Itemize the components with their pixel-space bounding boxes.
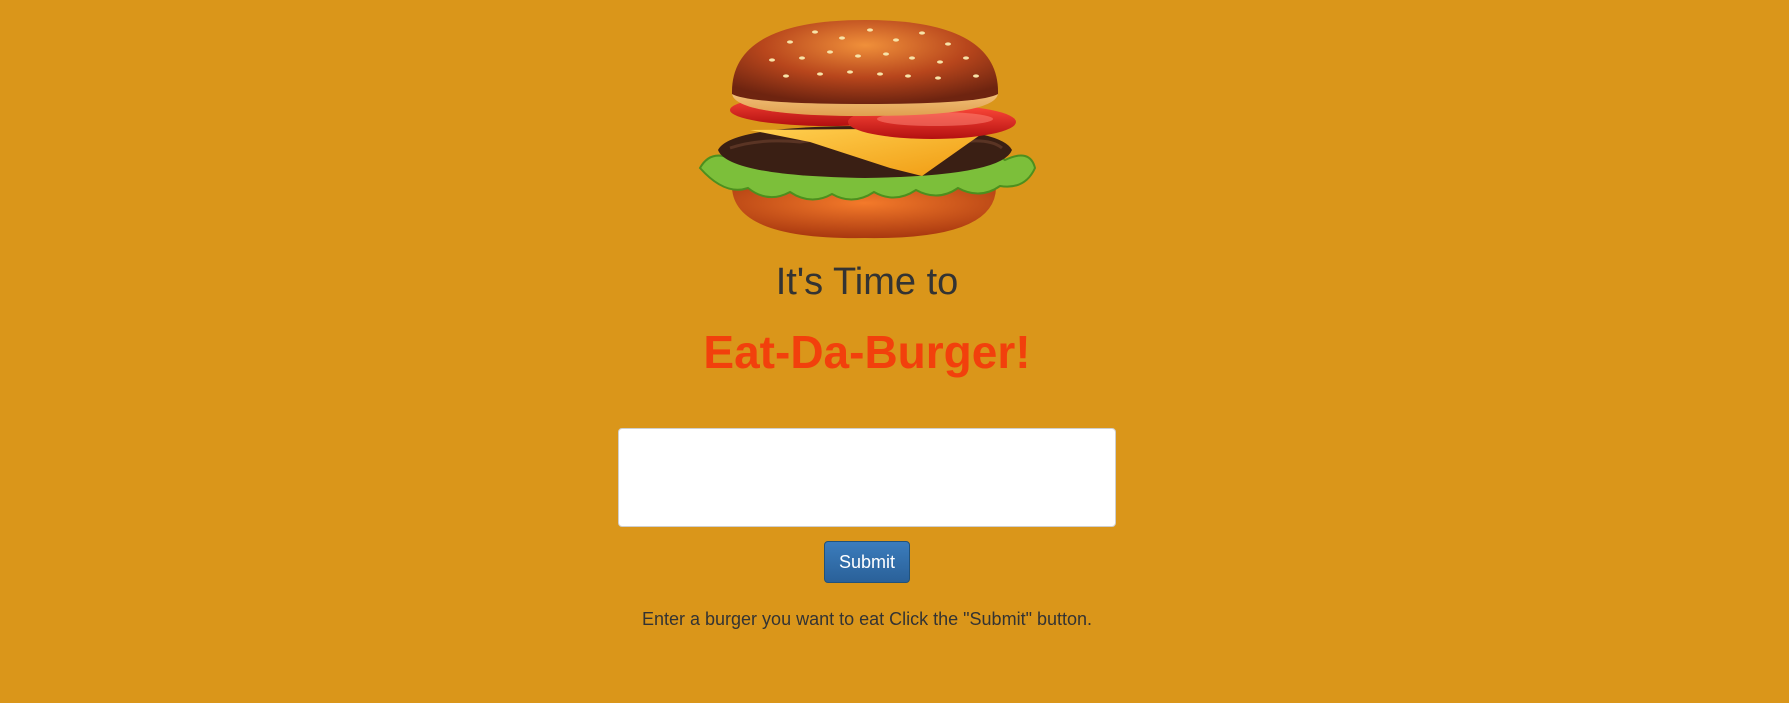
burger-logo: [690, 18, 1040, 240]
hamburger-icon: [698, 20, 1037, 239]
instructions-text: Enter a burger you want to eat Click the…: [641, 609, 1093, 629]
submit-button[interactable]: Submit: [824, 541, 910, 583]
burger-input[interactable]: [618, 428, 1116, 527]
page-title: Eat-Da-Burger!: [703, 326, 1031, 378]
subtitle: It's Time to: [775, 261, 959, 303]
